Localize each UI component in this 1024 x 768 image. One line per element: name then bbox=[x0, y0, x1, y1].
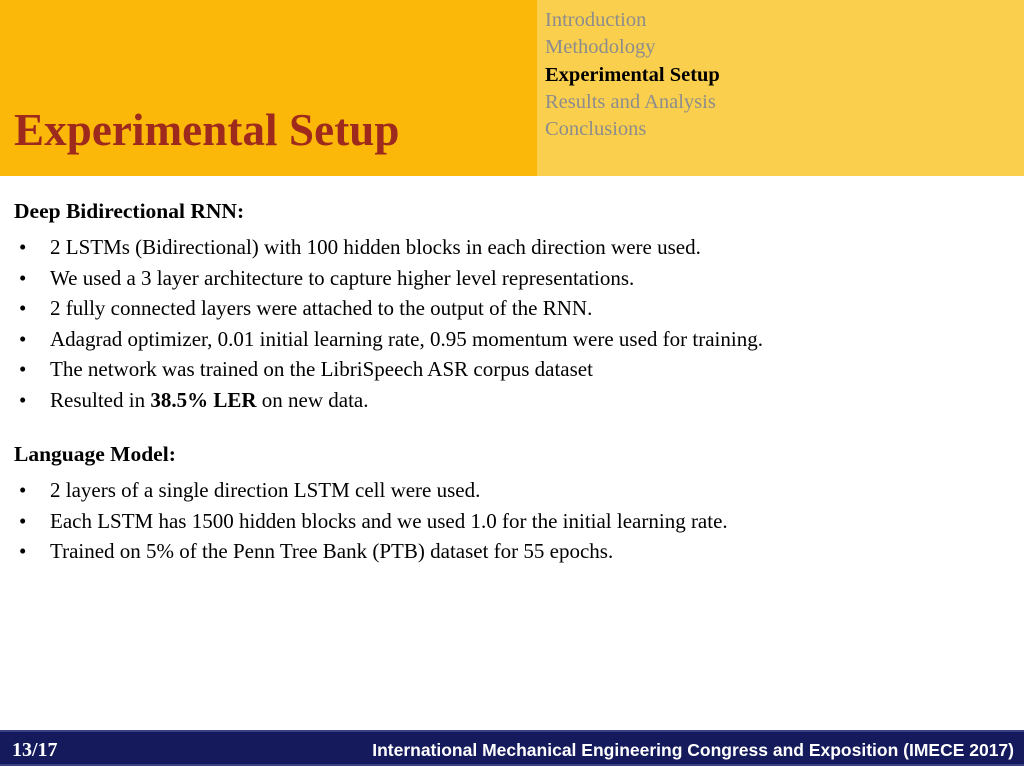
bullet-text: The network was trained on the LibriSpee… bbox=[50, 357, 593, 382]
bullet-marker-icon: • bbox=[19, 539, 27, 564]
section-nav: Introduction Methodology Experimental Setu… bbox=[545, 7, 985, 143]
bullet-item: • We used a 3 layer architecture to captu… bbox=[0, 263, 1010, 294]
bullet-marker-icon: • bbox=[19, 357, 27, 382]
bullet-marker-icon: • bbox=[19, 265, 27, 290]
slide-content: Deep Bidirectional RNN: • 2 LSTMs (Bidire… bbox=[0, 176, 1024, 730]
slide-number: 13/17 bbox=[12, 739, 58, 761]
bullet-text: 2 fully connected layers were attached t… bbox=[50, 296, 593, 321]
bullet-list-deep-bidirectional-rnn: • 2 LSTMs (Bidirectional) with 100 hidden… bbox=[0, 232, 1010, 416]
slide-footer: 13/17 International Mechanical Engineeri… bbox=[0, 730, 1024, 766]
heading-language-model: Language Model: bbox=[14, 442, 176, 466]
conference-name: International Mechanical Engineering Con… bbox=[372, 740, 1014, 760]
bullet-item: • 2 fully connected layers were attached … bbox=[0, 293, 1010, 324]
bullet-text-suffix: on new data. bbox=[256, 387, 369, 412]
bullet-item: • Resulted in 38.5% LER on new data. bbox=[0, 385, 1010, 416]
nav-item-experimental-setup[interactable]: Experimental Setup bbox=[545, 62, 985, 89]
bullet-text: Trained on 5% of the Penn Tree Bank (PTB… bbox=[50, 539, 614, 564]
slide-header: Experimental Setup Introduction Methodolo… bbox=[0, 0, 1024, 176]
bullet-text: Adagrad optimizer, 0.01 initial learning… bbox=[50, 326, 763, 351]
bullet-marker-icon: • bbox=[19, 478, 27, 502]
bullet-item: • The network was trained on the LibriSpe… bbox=[0, 354, 1010, 385]
bullet-text: 2 layers of a single direction LSTM cell… bbox=[50, 478, 481, 502]
bullet-text: Each LSTM has 1500 hidden blocks and we … bbox=[50, 508, 728, 533]
bullet-item: • Adagrad optimizer, 0.01 initial learnin… bbox=[0, 324, 1010, 355]
heading-deep-bidirectional-rnn: Deep Bidirectional RNN: bbox=[14, 199, 245, 223]
bullet-marker-icon: • bbox=[19, 326, 27, 351]
bullet-text-emphasis: 38.5% LER bbox=[150, 387, 257, 412]
bullet-text: 2 LSTMs (Bidirectional) with 100 hidden … bbox=[50, 235, 701, 259]
bullet-text: We used a 3 layer architecture to captur… bbox=[50, 265, 635, 290]
slide-root: { "slide": { "title": "Experimental Setu… bbox=[0, 0, 1024, 768]
bullet-item: • 2 LSTMs (Bidirectional) with 100 hidden… bbox=[0, 232, 1010, 263]
page-title: Experimental Setup bbox=[14, 105, 400, 155]
nav-item-results-and-analysis[interactable]: Results and Analysis bbox=[545, 89, 985, 116]
bullet-item: • Each LSTM has 1500 hidden blocks and we… bbox=[0, 506, 1010, 537]
bullet-marker-icon: • bbox=[19, 235, 27, 259]
bullet-item: • 2 layers of a single direction LSTM cel… bbox=[0, 475, 1010, 506]
bullet-marker-icon: • bbox=[19, 296, 27, 321]
bullet-text-prefix: Resulted in bbox=[50, 387, 151, 412]
bullet-list-language-model: • 2 layers of a single direction LSTM cel… bbox=[0, 475, 1010, 567]
bullet-marker-icon: • bbox=[19, 387, 27, 412]
bullet-item: • Trained on 5% of the Penn Tree Bank (PT… bbox=[0, 536, 1010, 567]
bullet-marker-icon: • bbox=[19, 508, 27, 533]
nav-item-methodology[interactable]: Methodology bbox=[545, 34, 985, 61]
nav-item-introduction[interactable]: Introduction bbox=[545, 7, 985, 34]
nav-item-conclusions[interactable]: Conclusions bbox=[545, 116, 985, 143]
bullet-text: Resulted in 38.5% LER on new data. bbox=[50, 388, 368, 412]
